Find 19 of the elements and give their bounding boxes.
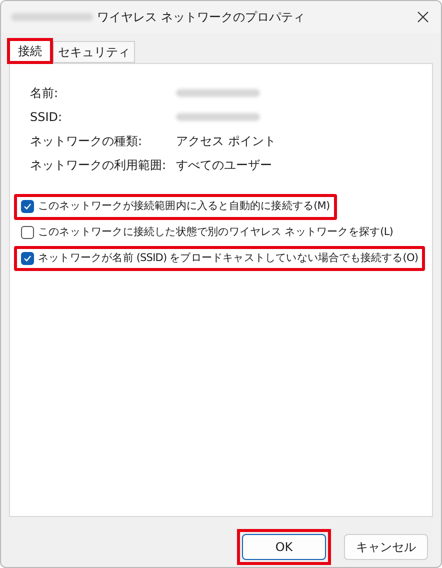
checkbox[interactable]	[21, 252, 34, 265]
dialog-button[interactable]: OK	[242, 534, 326, 560]
checkbox[interactable]	[21, 200, 34, 214]
checkmark-icon	[23, 254, 32, 263]
property-label: ネットワークの利用範囲:	[30, 158, 168, 172]
window-title: ワイヤレス ネットワークのプロパティ	[97, 9, 305, 26]
checkbox-option[interactable]: このネットワークに接続した状態で別のワイヤレス ネットワークを探す(L)	[14, 220, 400, 246]
property-label: SSID:	[30, 110, 64, 124]
property-label: ネットワークの種類:	[30, 134, 144, 148]
property-value: アクセス ポイント	[176, 134, 276, 148]
tab[interactable]: 接続	[7, 38, 53, 64]
checkbox[interactable]	[21, 226, 34, 240]
property-label: 名前:	[30, 86, 60, 100]
tab[interactable]: セキュリティ	[53, 41, 135, 63]
checkbox-option[interactable]: ネットワークが名前 (SSID) をブロードキャストしていない場合でも接続する(O)	[14, 246, 426, 272]
checkmark-icon	[23, 202, 32, 212]
dialog-button[interactable]: キャンセル	[344, 534, 428, 560]
checkbox-option[interactable]: このネットワークが接続範囲内に入ると自動的に接続する(M)	[14, 194, 337, 220]
property-value: すべてのユーザー	[176, 158, 272, 172]
